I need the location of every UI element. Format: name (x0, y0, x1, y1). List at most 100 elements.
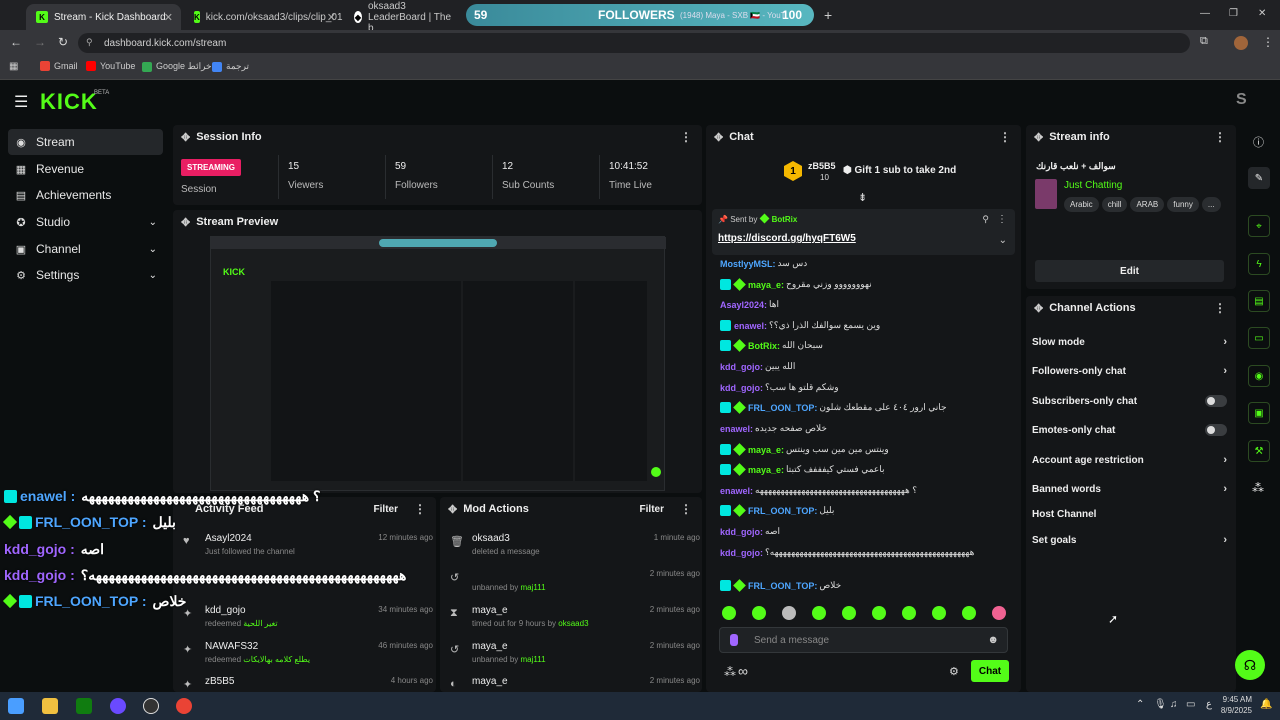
send-chat-button[interactable]: Chat (971, 660, 1009, 682)
emote-icon[interactable] (722, 606, 736, 620)
close-tab-icon[interactable]: ✕ (327, 11, 336, 24)
chat-username[interactable]: maya_e: (748, 465, 784, 475)
emotes-only-toggle[interactable] (1205, 424, 1227, 436)
scroll-down-icon[interactable]: ⇟ (858, 191, 867, 204)
media-icon[interactable]: ▣ (1248, 402, 1270, 424)
site-info-icon[interactable]: ⚲ (86, 37, 93, 48)
bookmark-translate[interactable]: ترجمة (212, 61, 249, 72)
broadcast-icon[interactable]: ◉ (1248, 365, 1270, 387)
more-options-icon[interactable]: ⋮ (997, 214, 1007, 225)
chat-username[interactable]: Asayl2024: (720, 300, 767, 310)
more-options-icon[interactable]: ⋮ (1214, 130, 1226, 144)
chat-username[interactable]: kdd_gojo: (720, 527, 763, 537)
chat-bubble-icon[interactable]: ▭ (1248, 327, 1270, 349)
chat-username[interactable]: BotRix: (748, 341, 780, 351)
document-icon[interactable]: ▤ (1248, 290, 1270, 312)
reload-icon[interactable]: ↻ (58, 35, 68, 49)
chat-username[interactable]: kdd_gojo: (720, 548, 763, 558)
app-icon[interactable] (110, 698, 126, 714)
emote-icon[interactable] (992, 606, 1006, 620)
action-host-channel[interactable]: Host Channel (1032, 504, 1227, 524)
chat-username[interactable]: FRL_OON_TOP: (748, 506, 817, 516)
forward-icon[interactable]: → (34, 35, 46, 49)
file-explorer-icon[interactable] (42, 698, 58, 714)
network-icon[interactable]: ▭ (1186, 699, 1195, 710)
chat-username[interactable]: kdd_gojo: (720, 383, 763, 393)
back-icon[interactable]: ← (10, 35, 22, 49)
action-set-goals[interactable]: Set goals › (1032, 530, 1227, 550)
input-language[interactable]: ع (1206, 699, 1212, 710)
more-tools-icon[interactable]: ⁂ (1252, 481, 1264, 495)
more-options-icon[interactable]: ⋮ (680, 502, 692, 516)
drag-handle-icon[interactable]: ✥ (714, 131, 723, 144)
activity-filter-button[interactable]: Filter (374, 504, 398, 515)
stream-preview-video[interactable]: KICK (210, 236, 666, 491)
new-tab-button[interactable]: + (824, 7, 832, 23)
drag-handle-icon[interactable]: ✥ (181, 131, 190, 144)
action-banned-words[interactable]: Banned words › (1032, 479, 1227, 499)
windows-start-icon[interactable] (8, 698, 24, 714)
bookmark-youtube[interactable]: YouTube (86, 61, 135, 71)
clip-icon[interactable]: ⌖ (1248, 215, 1270, 237)
more-options-icon[interactable]: ⋮ (414, 502, 426, 516)
address-bar[interactable]: ⚲ dashboard.kick.com/stream (78, 33, 1190, 53)
more-options-icon[interactable]: ⋮ (680, 130, 692, 144)
profile-avatar[interactable] (1234, 36, 1248, 50)
browser-menu-icon[interactable]: ⋮ (1262, 35, 1274, 49)
tab-kick-dashboard[interactable]: K Stream - Kick Dashboard ✕ (26, 4, 181, 30)
sidebar-item-channel[interactable]: ▣ Channel ⌄ (8, 236, 163, 262)
hamburger-menu-icon[interactable]: ☰ (14, 92, 28, 112)
emote-icon[interactable] (782, 606, 796, 620)
obs-icon[interactable] (143, 698, 159, 714)
mod-filter-button[interactable]: Filter (640, 504, 664, 515)
bookmark-gmail[interactable]: Gmail (40, 61, 78, 71)
wrench-icon[interactable]: ⚒ (1248, 440, 1270, 462)
chat-username[interactable]: FRL_OON_TOP: (748, 403, 817, 413)
kick-logo[interactable]: KICK (40, 89, 98, 115)
chat-username[interactable]: maya_e: (748, 280, 784, 290)
edit-pencil-icon[interactable]: ✎ (1248, 167, 1270, 189)
action-slow-mode[interactable]: Slow mode › (1032, 332, 1227, 352)
chrome-icon[interactable] (176, 698, 192, 714)
pinned-link[interactable]: https://discord.gg/hyqFT6W5 (718, 233, 856, 244)
drag-handle-icon[interactable]: ✥ (1034, 302, 1043, 315)
chat-username[interactable]: enawel: (734, 321, 767, 331)
chat-username[interactable]: MostlyyMSL: (720, 259, 776, 269)
emote-icon[interactable] (872, 606, 886, 620)
chevron-down-icon[interactable]: ⌄ (999, 235, 1007, 246)
drag-handle-icon[interactable]: ✥ (448, 503, 457, 516)
gift-sub-text[interactable]: ⬢ Gift 1 sub to take 2nd (843, 165, 956, 176)
chat-username[interactable]: kdd_gojo: (720, 362, 763, 372)
support-chat-icon[interactable]: ☊ (1235, 650, 1265, 680)
emote-icon[interactable] (962, 606, 976, 620)
drag-handle-icon[interactable]: ✥ (181, 216, 190, 229)
lightning-icon[interactable]: ϟ (1248, 253, 1270, 275)
close-window-button[interactable]: ✕ (1258, 8, 1266, 19)
minimize-button[interactable]: — (1200, 8, 1210, 19)
chat-username[interactable]: enawel: (720, 424, 753, 434)
category-name[interactable]: Just Chatting (1064, 180, 1122, 191)
action-account-age-restriction[interactable]: Account age restriction › (1032, 450, 1227, 470)
sidebar-item-revenue[interactable]: ▦ Revenue (8, 156, 163, 182)
chat-username[interactable]: maya_e: (748, 445, 784, 455)
emote-icon[interactable] (932, 606, 946, 620)
chat-tools-icon[interactable]: ⁂ (724, 665, 736, 679)
more-options-icon[interactable]: ⋮ (1214, 301, 1226, 315)
tab-kick-clip[interactable]: K kick.com/oksaad3/clips/clip_01 ✕ (184, 4, 344, 30)
leader-name[interactable]: zB5B5 (808, 161, 836, 171)
unpin-icon[interactable]: ⚲ (982, 214, 989, 225)
more-options-icon[interactable]: ⋮ (999, 130, 1011, 144)
infinity-icon[interactable]: ∞ (738, 663, 748, 679)
notification-bell-icon[interactable]: 🔔 (1260, 699, 1272, 710)
maximize-button[interactable]: ❐ (1229, 8, 1238, 19)
extensions-icon[interactable]: ⧉ (1200, 35, 1208, 48)
tray-up-icon[interactable]: ⌃ (1136, 699, 1144, 710)
emote-icon[interactable] (752, 606, 766, 620)
user-avatar[interactable]: S (1236, 91, 1247, 109)
chat-settings-gear-icon[interactable]: ⚙ (949, 665, 959, 678)
close-tab-icon[interactable]: ✕ (164, 11, 173, 24)
emoji-icon[interactable]: ☻ (987, 634, 999, 646)
emote-icon[interactable] (812, 606, 826, 620)
bookmark-google-maps[interactable]: Google خرائط (142, 61, 212, 72)
mic-icon[interactable] (730, 634, 738, 646)
